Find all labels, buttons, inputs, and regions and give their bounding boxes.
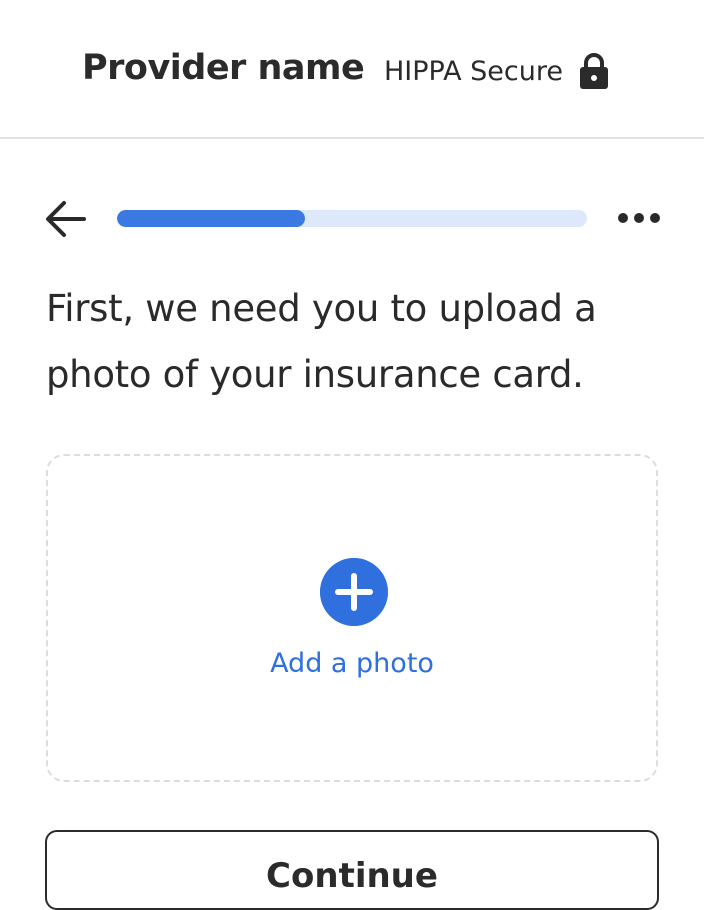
continue-button[interactable]: Continue (45, 830, 659, 910)
continue-label: Continue (266, 856, 438, 896)
page-prompt: First, we need you to upload a photo of … (46, 287, 597, 396)
more-horizontal-icon[interactable] (616, 208, 662, 228)
photo-upload-area[interactable]: Add a photo (46, 454, 658, 782)
progress-bar-fill (117, 210, 305, 227)
step-nav (0, 190, 704, 250)
progress-bar (117, 210, 587, 227)
plus-circle-icon[interactable] (320, 558, 388, 626)
add-photo-label[interactable]: Add a photo (48, 648, 656, 679)
arrow-left-icon[interactable] (44, 198, 86, 240)
app-header: Provider name HIPPA Secure (0, 0, 704, 139)
lock-icon (579, 53, 608, 89)
security-label: HIPPA Secure (384, 55, 563, 87)
provider-name: Provider name (82, 48, 365, 88)
security-indicator: HIPPA Secure (384, 52, 609, 90)
